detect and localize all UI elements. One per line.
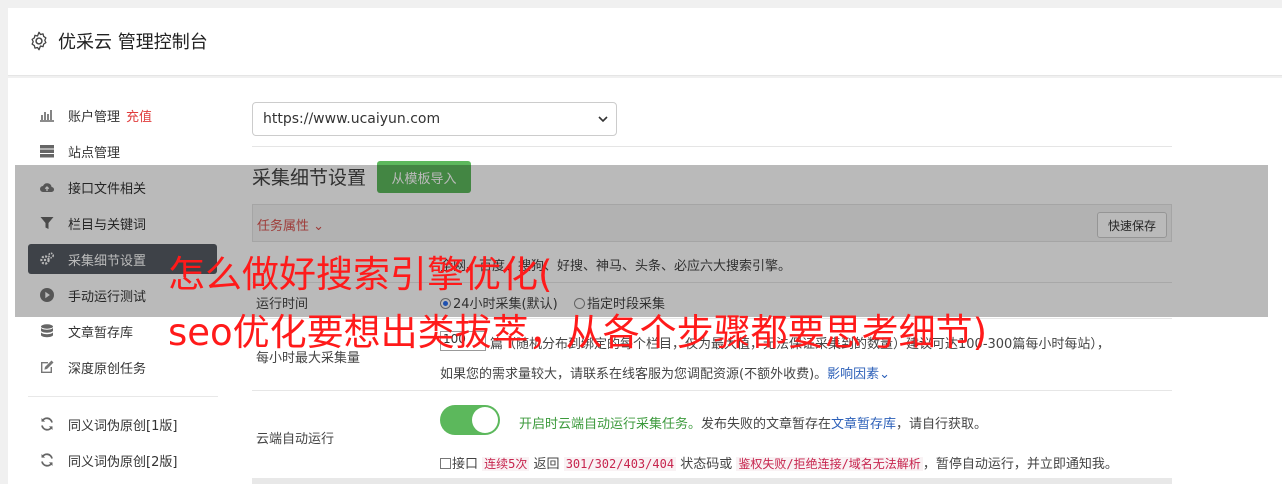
return-text: 返回	[533, 457, 560, 472]
sidebar-item-synonym-v2[interactable]: 同义词伪原创[2版]	[28, 445, 217, 475]
overlay-headline-line2: seo优化要想出类拔萃，从各个步骤都要思考细节)	[168, 311, 988, 354]
divider	[252, 146, 1172, 147]
refresh-icon	[38, 451, 56, 469]
pause-notify-option: 接口 连续5次 返回 301/302/403/404 状态码或 鉴权失败/拒绝连…	[440, 453, 1118, 472]
cloud-run-desc-text: 发布失败的文章暂存在	[701, 417, 832, 432]
sidebar-item-label: 深度原创任务	[68, 361, 147, 377]
database-icon	[38, 322, 56, 340]
sidebar-item-deep-original[interactable]: 深度原创任务	[28, 352, 217, 382]
sidebar-item-label: 账户管理	[68, 109, 121, 125]
code-consecutive: 连续5次	[482, 457, 530, 471]
influence-factors-link[interactable]: 影响因素⌄	[827, 367, 890, 382]
bar-chart-icon	[38, 106, 56, 124]
chevron-down-icon	[598, 116, 608, 123]
site-select[interactable]: https://www.ucaiyun.com	[252, 102, 617, 136]
article-storage-link[interactable]: 文章暂存库	[831, 417, 896, 432]
refresh-icon	[38, 415, 56, 433]
sidebar-item-account[interactable]: 账户管理 充值	[28, 100, 217, 130]
sidebar-item-sites[interactable]: 站点管理	[28, 136, 217, 166]
checkbox[interactable]	[440, 458, 451, 469]
site-select-value: https://www.ucaiyun.com	[263, 111, 441, 127]
sidebar-item-label: 同义词伪原创[1版]	[68, 418, 178, 434]
app-header: 优采云 管理控制台	[8, 8, 1282, 76]
max-collect-contact-text: 如果您的需求量较大，请联系在线客服为您调配资源(不额外收费)。	[440, 367, 828, 382]
code-status: 301/302/403/404	[563, 457, 677, 471]
toggle-knob	[472, 407, 498, 433]
checkbox-label: 接口	[452, 457, 479, 472]
row-divider	[252, 390, 1172, 391]
cloud-run-desc-tail: ，请自行获取。	[896, 417, 988, 432]
cloud-run-label: 云端自动运行	[256, 432, 335, 447]
sidebar-item-synonym-v1[interactable]: 同义词伪原创[1版]	[28, 409, 217, 439]
influence-factors-label: 影响因素	[827, 367, 880, 382]
recharge-link[interactable]: 充值	[126, 106, 152, 125]
cloud-run-toggle[interactable]	[440, 405, 500, 435]
sidebar-divider	[28, 396, 218, 397]
sidebar-item-label: 文章暂存库	[68, 325, 134, 341]
sidebar-item-label: 同义词伪原创[2版]	[68, 454, 178, 470]
sidebar-item-label: 站点管理	[68, 145, 121, 161]
status-text: 状态码或	[680, 457, 733, 472]
overlay-headline-line1: 怎么做好搜索引擎优化(	[168, 253, 553, 296]
gear-icon	[31, 31, 47, 51]
server-icon	[38, 142, 56, 160]
code-errors: 鉴权失败/拒绝连接/域名无法解析	[736, 457, 923, 471]
cloud-run-desc: 开启时云端自动运行采集任务。发布失败的文章暂存在文章暂存库，请自行获取。	[519, 413, 987, 432]
row-divider	[252, 478, 1172, 484]
pause-text: ，暂停自动运行，并立即通知我。	[922, 457, 1118, 472]
page-title: 优采云 管理控制台	[58, 32, 208, 53]
cloud-run-desc-green: 开启时云端自动运行采集任务。	[519, 417, 702, 432]
edit-icon	[38, 358, 56, 376]
max-collect-contact: 如果您的需求量较大，请联系在线客服为您调配资源(不额外收费)。影响因素⌄	[440, 363, 890, 382]
